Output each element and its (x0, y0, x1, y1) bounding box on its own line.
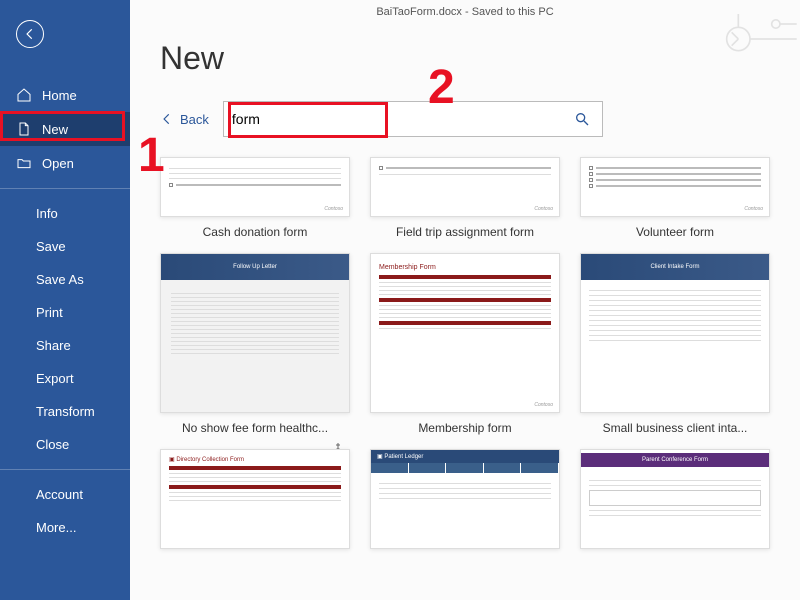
template-card[interactable]: ▣ Directory Collection Form (160, 449, 350, 549)
divider (0, 469, 130, 470)
back-link-label: Back (180, 112, 209, 127)
template-thumb: ▣ Directory Collection Form (160, 449, 350, 549)
sidebar-label: New (42, 122, 68, 137)
template-card[interactable]: Follow Up Letter No show fee form health… (160, 253, 350, 435)
sidebar-item-save[interactable]: Save (0, 230, 130, 263)
annotation-number-1: 1 (138, 128, 165, 183)
template-card[interactable]: Contoso Field trip assignment form (370, 157, 560, 239)
template-card[interactable]: Membership Form Contoso Membership form (370, 253, 560, 435)
page-title: New (160, 40, 770, 77)
template-card[interactable]: Contoso Volunteer form (580, 157, 770, 239)
template-grid: Contoso Cash donation form Contoso Field… (160, 157, 770, 549)
sidebar-primary: Home New Open (0, 78, 130, 180)
template-caption: Small business client inta... (603, 421, 748, 435)
sidebar-item-open[interactable]: Open (0, 146, 130, 180)
open-folder-icon (16, 155, 32, 171)
sidebar-item-account[interactable]: Account (0, 478, 130, 511)
home-icon (16, 87, 32, 103)
sidebar-secondary: Info Save Save As Print Share Export Tra… (0, 197, 130, 461)
sidebar-item-info[interactable]: Info (0, 197, 130, 230)
template-thumb: Follow Up Letter (160, 253, 350, 413)
template-caption: Volunteer form (636, 225, 714, 239)
template-thumb: ▣ Patient Ledger (370, 449, 560, 549)
template-search-box (223, 101, 603, 137)
sidebar-item-export[interactable]: Export (0, 362, 130, 395)
back-arrow-icon (160, 112, 174, 126)
template-thumb: Contoso (160, 157, 350, 217)
sidebar-item-new[interactable]: New (0, 112, 130, 146)
search-input[interactable] (232, 111, 570, 127)
template-caption: No show fee form healthc... (182, 421, 328, 435)
sidebar-item-transform[interactable]: Transform (0, 395, 130, 428)
search-button[interactable] (570, 107, 594, 131)
template-thumb: Contoso (580, 157, 770, 217)
template-thumb: Parent Conference Form (580, 449, 770, 549)
template-caption: Cash donation form (203, 225, 308, 239)
template-card[interactable]: ▣ Patient Ledger (370, 449, 560, 549)
sidebar-item-more[interactable]: More... (0, 511, 130, 544)
search-icon (574, 111, 590, 127)
title-bar-text: BaiTaoForm.docx - Saved to this PC (130, 6, 800, 18)
template-thumb: Contoso (370, 157, 560, 217)
sidebar-item-print[interactable]: Print (0, 296, 130, 329)
template-thumb: Client Intake Form (580, 253, 770, 413)
back-link[interactable]: Back (160, 112, 209, 127)
template-card[interactable]: Client Intake Form Small business client… (580, 253, 770, 435)
sidebar-label: Open (42, 156, 74, 171)
sidebar-item-home[interactable]: Home (0, 78, 130, 112)
new-doc-icon (16, 121, 32, 137)
template-caption: Field trip assignment form (396, 225, 534, 239)
backstage-sidebar: Home New Open Info Save Save As Print Sh… (0, 0, 130, 600)
back-arrow-icon (23, 27, 37, 41)
annotation-number-2: 2 (428, 60, 455, 115)
sidebar-item-close[interactable]: Close (0, 428, 130, 461)
back-button[interactable] (16, 20, 44, 48)
divider (0, 188, 130, 189)
main-panel: BaiTaoForm.docx - Saved to this PC New B… (130, 0, 800, 600)
sidebar-footer: Account More... (0, 478, 130, 544)
sidebar-item-save-as[interactable]: Save As (0, 263, 130, 296)
template-thumb: Membership Form Contoso (370, 253, 560, 413)
sidebar-label: Home (42, 88, 77, 103)
template-card[interactable]: Parent Conference Form (580, 449, 770, 549)
sidebar-item-share[interactable]: Share (0, 329, 130, 362)
template-caption: Membership form (418, 421, 511, 435)
template-card[interactable]: Contoso Cash donation form (160, 157, 350, 239)
